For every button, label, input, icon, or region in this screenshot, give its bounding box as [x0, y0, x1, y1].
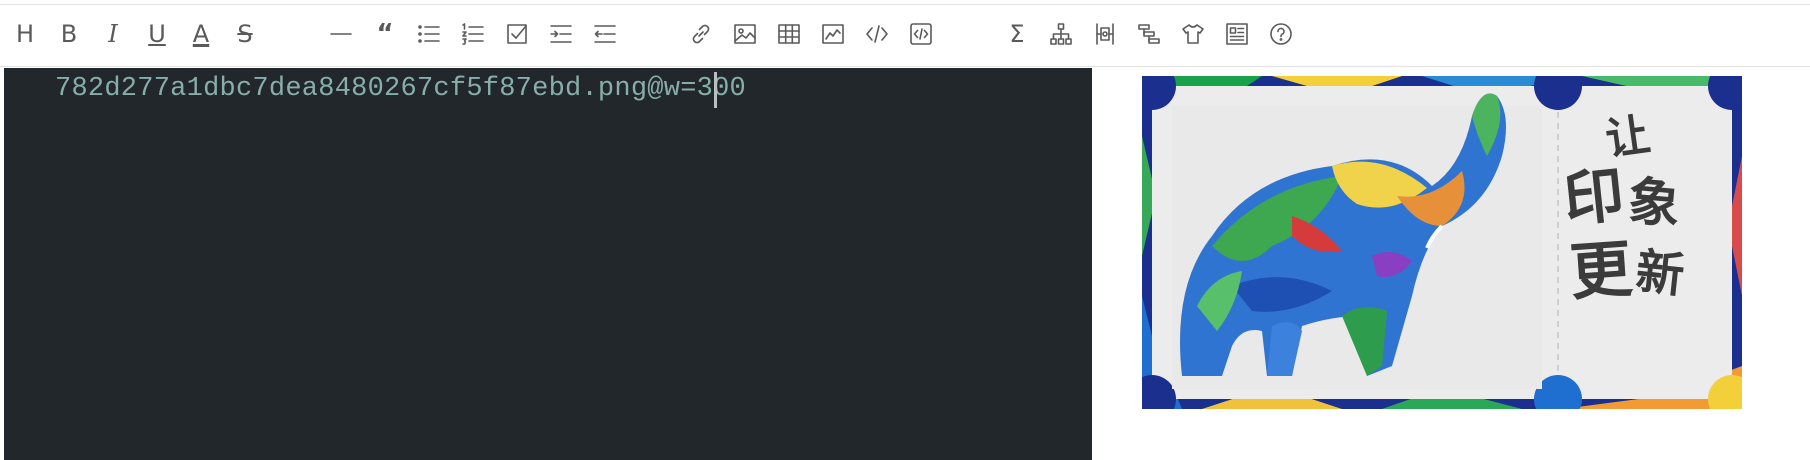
flowchart-button[interactable]	[1044, 17, 1078, 51]
image-icon	[734, 24, 756, 44]
link-icon	[692, 24, 710, 44]
calligraphy-char: 新	[1633, 243, 1687, 305]
gantt-button[interactable]	[1132, 17, 1166, 51]
preview-image: 让 印 象 更 新	[1142, 76, 1742, 409]
table-button[interactable]	[772, 17, 806, 51]
bullet-list-button[interactable]	[412, 17, 446, 51]
shirt-icon	[1182, 24, 1204, 44]
help-button[interactable]	[1264, 17, 1298, 51]
underline-button[interactable]: U	[140, 17, 174, 51]
org-chart-icon	[1050, 23, 1072, 45]
calligraphy-char: 更	[1567, 231, 1635, 310]
formula-button[interactable]: Σ	[1000, 17, 1034, 51]
inline-code-button[interactable]	[860, 17, 894, 51]
strikethrough-icon: S	[237, 20, 253, 48]
editor-toolbar: H B I U A S “ Σ	[0, 5, 1810, 67]
heading-icon: H	[15, 20, 35, 48]
markdown-editor[interactable]: 782d277a1dbc7dea8480267cf5f87ebd.png@w=3…	[4, 68, 1092, 460]
horizontal-rule-icon	[330, 33, 352, 35]
font-color-icon: A	[192, 20, 210, 48]
calligraphy-char: 印	[1560, 160, 1628, 236]
document-icon	[1226, 23, 1248, 45]
outdent-icon	[594, 25, 616, 43]
gantt-icon	[1138, 24, 1160, 44]
italic-icon: I	[108, 20, 118, 48]
mindmap-button[interactable]	[1176, 17, 1210, 51]
strikethrough-button[interactable]: S	[228, 17, 262, 51]
code-icon	[866, 25, 888, 43]
horizontal-rule-button[interactable]	[324, 17, 358, 51]
code-block-button[interactable]	[904, 17, 938, 51]
sequence-diagram-button[interactable]	[1088, 17, 1122, 51]
quote-button[interactable]: “	[368, 17, 402, 51]
editor-line[interactable]: 782d277a1dbc7dea8480267cf5f87ebd.png@w=3…	[55, 74, 746, 104]
calligraphy-char: 让	[1602, 109, 1654, 166]
calligraphy-char: 象	[1625, 170, 1683, 237]
bullet-list-icon	[418, 25, 440, 43]
indent-button[interactable]	[544, 17, 578, 51]
help-icon	[1270, 23, 1292, 45]
text-cursor	[714, 72, 717, 108]
sequence-diagram-icon	[1096, 23, 1114, 45]
task-list-button[interactable]	[500, 17, 534, 51]
chart-button[interactable]	[816, 17, 850, 51]
bold-icon: B	[60, 20, 78, 48]
quote-icon: “	[376, 19, 394, 49]
indent-icon	[550, 25, 572, 43]
table-icon	[778, 24, 800, 44]
outdent-button[interactable]	[588, 17, 622, 51]
link-button[interactable]	[684, 17, 718, 51]
calligraphy-text: 让 印 象 更 新	[1554, 109, 1704, 356]
image-button[interactable]	[728, 17, 762, 51]
sigma-icon: Σ	[1009, 20, 1025, 48]
line-chart-icon	[822, 24, 844, 44]
ordered-list-icon	[462, 23, 484, 45]
font-color-button[interactable]: A	[184, 17, 218, 51]
ordered-list-button[interactable]	[456, 17, 490, 51]
underline-icon: U	[148, 20, 166, 48]
checkbox-icon	[507, 24, 527, 44]
code-block-icon	[910, 23, 932, 45]
preview-pane: 让 印 象 更 新	[1092, 68, 1810, 460]
bold-button[interactable]: B	[52, 17, 86, 51]
italic-button[interactable]: I	[96, 17, 130, 51]
heading-button[interactable]: H	[8, 17, 42, 51]
template-button[interactable]	[1220, 17, 1254, 51]
